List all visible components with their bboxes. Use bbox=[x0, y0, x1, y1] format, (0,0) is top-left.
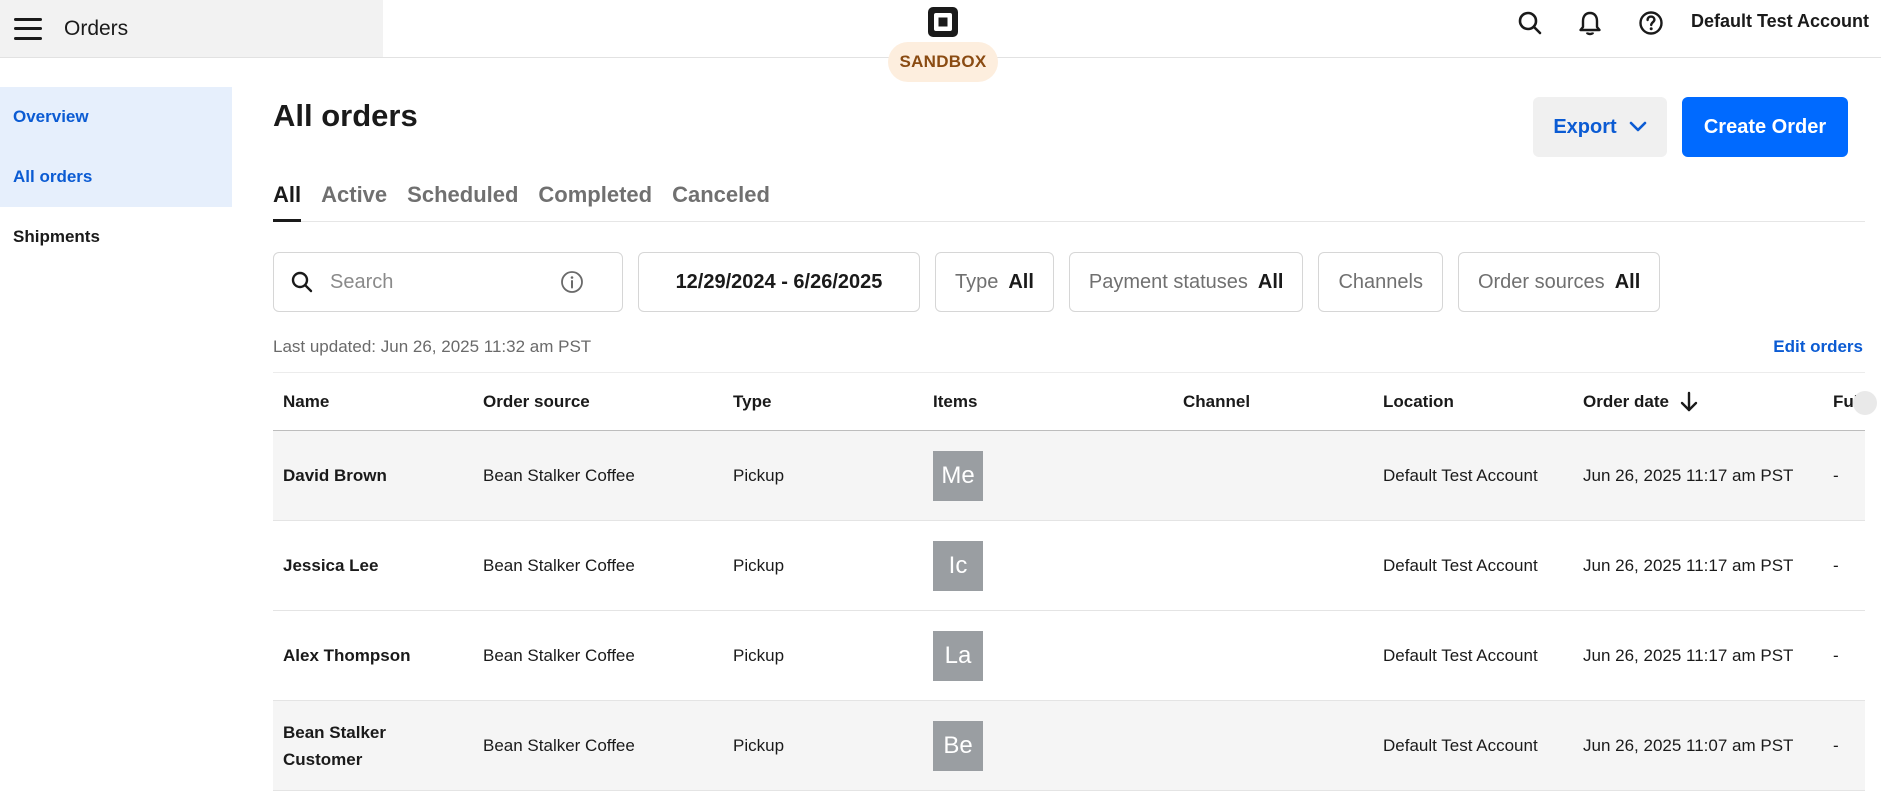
type-filter-value: All bbox=[1008, 270, 1034, 293]
filter-bar: 12/29/2024 - 6/26/2025 Type All Payment … bbox=[273, 252, 1661, 312]
order-sources-filter[interactable]: Order sources All bbox=[1457, 252, 1661, 312]
channels-filter[interactable]: Channels bbox=[1318, 252, 1443, 312]
row-items: La bbox=[933, 611, 983, 700]
row-items: Me bbox=[933, 431, 983, 520]
channels-filter-label: Channels bbox=[1338, 270, 1423, 293]
orders-table: Name Order source Type Items Channel Loc… bbox=[273, 372, 1877, 791]
row-order-date: Jun 26, 2025 11:17 am PST bbox=[1583, 645, 1794, 665]
row-name: Jessica Lee bbox=[283, 556, 379, 575]
row-fulfillment: - bbox=[1833, 735, 1839, 755]
create-order-button[interactable]: Create Order bbox=[1682, 97, 1848, 157]
row-order-date: Jun 26, 2025 11:17 am PST bbox=[1583, 465, 1794, 485]
search-icon[interactable] bbox=[1516, 9, 1544, 37]
arrow-down-icon bbox=[1680, 391, 1698, 412]
column-header-order-date[interactable]: Order date bbox=[1583, 373, 1699, 431]
row-order-source: Bean Stalker Coffee bbox=[483, 555, 635, 575]
row-order-source: Bean Stalker Coffee bbox=[483, 735, 635, 755]
item-thumbnail: Ic bbox=[933, 540, 983, 591]
search-field[interactable] bbox=[273, 252, 623, 312]
row-location: Default Test Account bbox=[1383, 735, 1538, 755]
column-settings-toggle[interactable] bbox=[1853, 391, 1877, 415]
row-type: Pickup bbox=[733, 645, 785, 665]
table-row[interactable]: David Brown Bean Stalker Coffee Pickup M… bbox=[273, 431, 1865, 521]
sidebar-item-all-orders[interactable]: All orders bbox=[0, 147, 232, 207]
payment-status-filter[interactable]: Payment statuses All bbox=[1068, 252, 1304, 312]
sources-filter-value: All bbox=[1614, 270, 1641, 293]
column-header-channel[interactable]: Channel bbox=[1183, 373, 1250, 431]
row-type: Pickup bbox=[733, 555, 785, 575]
row-order-date: Jun 26, 2025 11:07 am PST bbox=[1583, 735, 1794, 755]
tab-all[interactable]: All bbox=[273, 178, 302, 222]
row-fulfillment: - bbox=[1833, 645, 1839, 665]
account-name[interactable]: Default Test Account bbox=[1691, 11, 1869, 32]
row-order-source: Bean Stalker Coffee bbox=[483, 465, 635, 485]
sandbox-badge: SANDBOX bbox=[888, 42, 998, 82]
column-header-type[interactable]: Type bbox=[733, 373, 771, 431]
edit-orders-link[interactable]: Edit orders bbox=[1773, 337, 1863, 357]
row-items: Ic bbox=[933, 521, 983, 610]
item-thumbnail: La bbox=[933, 630, 983, 681]
date-range-filter[interactable]: 12/29/2024 - 6/26/2025 bbox=[638, 252, 920, 312]
row-name: Bean Stalker Customer bbox=[283, 722, 386, 769]
table-row[interactable]: Jessica Lee Bean Stalker Coffee Pickup I… bbox=[273, 521, 1865, 611]
export-button[interactable]: Export bbox=[1533, 97, 1667, 157]
row-type: Pickup bbox=[733, 465, 785, 485]
tab-active[interactable]: Active bbox=[321, 178, 387, 222]
row-location: Default Test Account bbox=[1383, 465, 1538, 485]
sidebar-item-shipments[interactable]: Shipments bbox=[0, 207, 232, 267]
item-thumbnail: Be bbox=[933, 720, 983, 771]
column-header-location[interactable]: Location bbox=[1383, 373, 1454, 431]
order-tabs: All Active Scheduled Completed Canceled bbox=[273, 178, 1865, 222]
row-fulfillment: - bbox=[1833, 465, 1839, 485]
bell-icon[interactable] bbox=[1576, 9, 1604, 37]
column-header-name[interactable]: Name bbox=[283, 373, 329, 431]
tab-completed[interactable]: Completed bbox=[538, 178, 652, 222]
tab-scheduled[interactable]: Scheduled bbox=[407, 178, 518, 222]
row-name: Alex Thompson bbox=[283, 646, 411, 665]
payment-filter-value: All bbox=[1257, 270, 1284, 293]
app-header: Orders bbox=[0, 0, 383, 57]
app-title: Orders bbox=[64, 16, 129, 40]
item-thumbnail: Me bbox=[933, 450, 983, 501]
column-header-items[interactable]: Items bbox=[933, 373, 977, 431]
export-button-label: Export bbox=[1553, 115, 1617, 138]
row-order-date: Jun 26, 2025 11:17 am PST bbox=[1583, 555, 1794, 575]
type-filter[interactable]: Type All bbox=[935, 252, 1054, 312]
row-location: Default Test Account bbox=[1383, 645, 1538, 665]
search-icon bbox=[291, 271, 313, 293]
square-logo-icon[interactable] bbox=[927, 6, 959, 38]
info-icon[interactable] bbox=[560, 270, 584, 294]
type-filter-label: Type bbox=[955, 270, 999, 293]
search-input[interactable] bbox=[330, 270, 560, 294]
table-row[interactable]: Alex Thompson Bean Stalker Coffee Pickup… bbox=[273, 611, 1865, 701]
row-name: David Brown bbox=[283, 466, 387, 485]
row-location: Default Test Account bbox=[1383, 555, 1538, 575]
row-order-source: Bean Stalker Coffee bbox=[483, 645, 635, 665]
order-date-label: Order date bbox=[1583, 392, 1669, 411]
column-header-order-source[interactable]: Order source bbox=[483, 373, 590, 431]
row-items: Be bbox=[933, 701, 983, 790]
table-header: Name Order source Type Items Channel Loc… bbox=[273, 372, 1877, 431]
payment-filter-label: Payment statuses bbox=[1088, 270, 1248, 293]
sources-filter-label: Order sources bbox=[1477, 270, 1605, 293]
chevron-down-icon bbox=[1629, 121, 1646, 132]
tab-canceled[interactable]: Canceled bbox=[672, 178, 770, 222]
menu-icon[interactable] bbox=[14, 17, 42, 40]
page-title: All orders bbox=[273, 98, 418, 133]
help-icon[interactable] bbox=[1637, 9, 1665, 37]
sidebar-item-overview[interactable]: Overview bbox=[0, 87, 232, 147]
row-fulfillment: - bbox=[1833, 555, 1839, 575]
sidebar: Overview All orders Shipments bbox=[0, 87, 232, 267]
last-updated-text: Last updated: Jun 26, 2025 11:32 am PST bbox=[273, 337, 592, 356]
table-row[interactable]: Bean Stalker Customer Bean Stalker Coffe… bbox=[273, 701, 1865, 791]
row-type: Pickup bbox=[733, 735, 785, 755]
